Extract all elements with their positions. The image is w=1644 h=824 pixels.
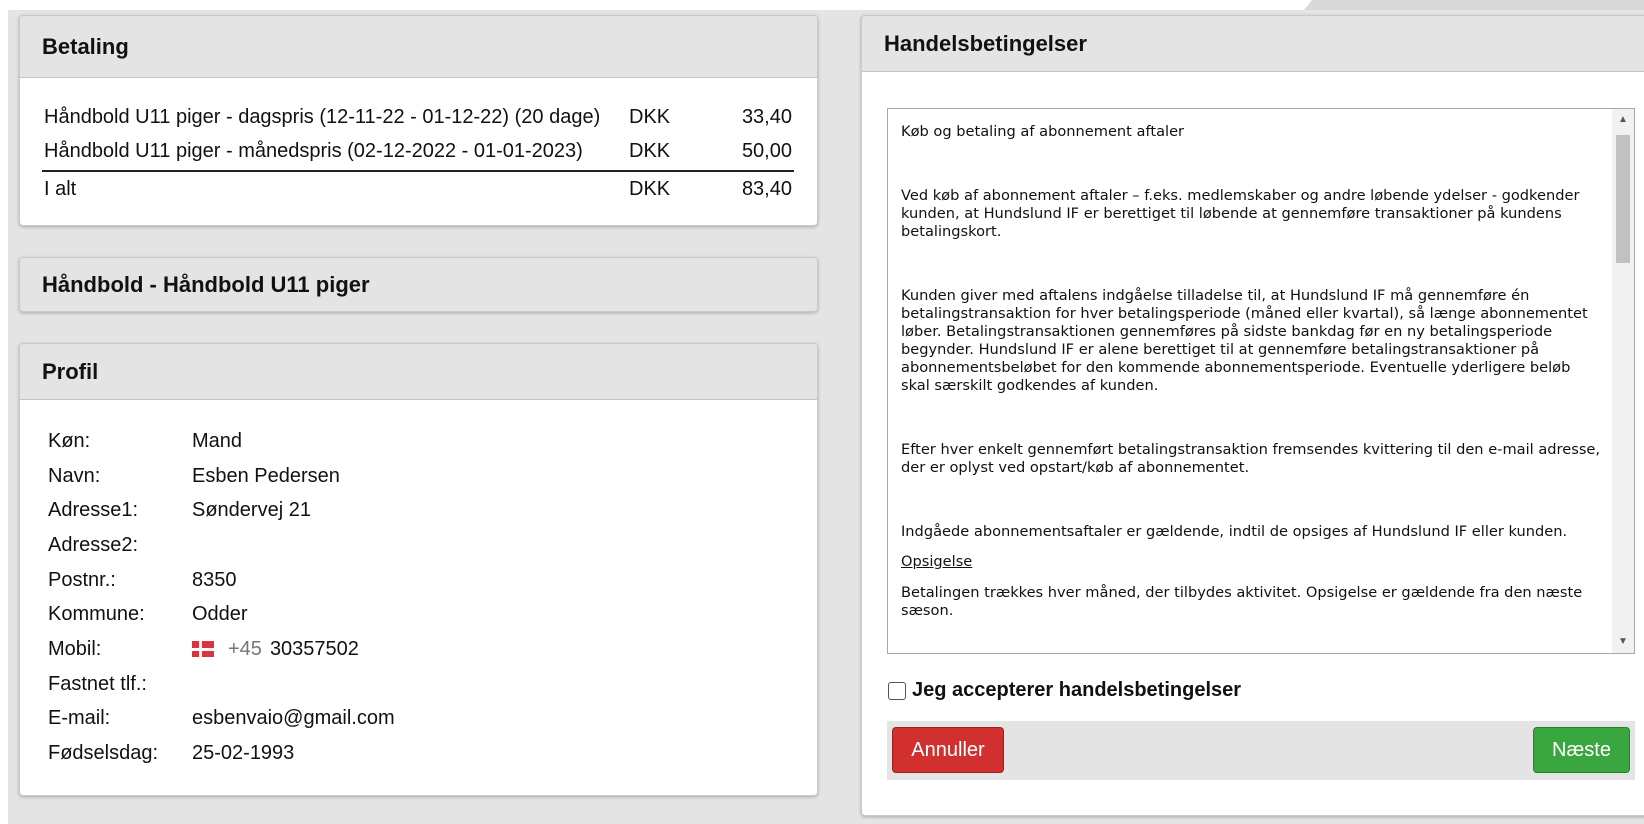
profile-row-gender: Køn: Mand <box>48 424 395 459</box>
button-bar: Annuller Næste <box>887 721 1635 780</box>
profile-label: E-mail: <box>48 707 111 730</box>
activity-panel[interactable]: Håndbold - Håndbold U11 piger <box>19 257 818 312</box>
profile-row-birthday: Fødselsdag: 25-02-1993 <box>48 736 395 771</box>
accept-terms-label[interactable]: Jeg accepterer handelsbetingelser <box>912 679 1241 702</box>
profile-mobile-value: +45 30357502 <box>192 638 359 661</box>
payment-table: Håndbold U11 piger - dagspris (12-11-22 … <box>42 100 794 206</box>
payment-amount: 50,00 <box>741 139 792 162</box>
top-right-tab <box>1304 0 1644 10</box>
profile-value: Esben Pedersen <box>192 464 340 487</box>
profile-row-landline: Fastnet tlf.: <box>48 667 395 702</box>
payment-currency: DKK <box>629 139 671 162</box>
payment-row: Håndbold U11 piger - månedspris (02-12-2… <box>42 134 794 168</box>
profile-value: 25-02-1993 <box>192 742 295 765</box>
profile-row-address1: Adresse1: Søndervej 21 <box>48 493 395 528</box>
payment-amount: 33,40 <box>741 105 792 128</box>
payment-total-currency: DKK <box>629 177 671 200</box>
profile-label: Adresse1: <box>48 499 139 522</box>
payment-currency: DKK <box>629 105 671 128</box>
terms-paragraph: Køb og betaling af abonnement aftaler <box>901 123 1185 140</box>
profile-row-postcode: Postnr.: 8350 <box>48 563 395 598</box>
profile-label: Mobil: <box>48 637 102 660</box>
accept-terms-checkbox[interactable] <box>888 681 906 700</box>
profile-value: Odder <box>192 603 248 626</box>
payment-total-label: I alt <box>44 177 77 200</box>
scrollbar-thumb[interactable] <box>1616 135 1630 263</box>
terms-paragraph: Efter hver enkelt gennemført betalingstr… <box>901 441 1601 476</box>
terms-panel-title: Handelsbetingelser <box>862 16 1644 72</box>
profile-value: 8350 <box>192 568 237 591</box>
profile-row-address2: Adresse2: <box>48 528 395 563</box>
payment-panel: Betaling Håndbold U11 piger - dagspris (… <box>19 15 818 226</box>
terms-scrollbar[interactable]: ▲ ▼ <box>1612 109 1634 653</box>
profile-label: Postnr.: <box>48 568 116 591</box>
next-button[interactable]: Næste <box>1533 727 1630 773</box>
terms-paragraph: Indgåede abonnementsaftaler er gældende,… <box>901 523 1568 540</box>
profile-label: Navn: <box>48 464 101 487</box>
profile-row-mobile: Mobil: +45 30357502 <box>48 632 395 667</box>
profile-label: Adresse2: <box>48 533 139 556</box>
scroll-down-arrow-icon[interactable]: ▼ <box>1612 631 1634 653</box>
scroll-up-arrow-icon[interactable]: ▲ <box>1612 109 1634 131</box>
cancel-button[interactable]: Annuller <box>892 727 1004 773</box>
terms-paragraph: Kunden giver med aftalens indgåelse till… <box>901 287 1588 394</box>
profile-row-municipality: Kommune: Odder <box>48 597 395 632</box>
terms-text: Køb og betaling af abonnement aftaler Ve… <box>901 123 1601 620</box>
terms-heading-opsigelse: Opsigelse <box>901 553 973 570</box>
profile-label: Kommune: <box>48 603 145 626</box>
profile-value: Mand <box>192 429 243 452</box>
profile-panel: Profil Køn: Mand Navn: Esben Pedersen Ad… <box>19 343 818 796</box>
profile-label: Køn: <box>48 429 91 452</box>
terms-panel: Handelsbetingelser Køb og betaling af ab… <box>861 15 1644 816</box>
profile-panel-title: Profil <box>20 344 817 400</box>
profile-value: esbenvaio@gmail.com <box>192 707 395 730</box>
payment-panel-title: Betaling <box>20 16 817 78</box>
phone-number: 30357502 <box>269 637 359 660</box>
profile-fields: Køn: Mand Navn: Esben Pedersen Adresse1:… <box>48 424 395 771</box>
payment-description: Håndbold U11 piger - dagspris (12-11-22 … <box>44 105 601 128</box>
payment-description: Håndbold U11 piger - månedspris (02-12-2… <box>44 139 583 162</box>
terms-textbox[interactable]: Køb og betaling af abonnement aftaler Ve… <box>887 108 1635 654</box>
payment-total-row: I alt DKK 83,40 <box>42 170 794 206</box>
profile-label: Fastnet tlf.: <box>48 672 147 695</box>
payment-total-amount: 83,40 <box>741 177 792 200</box>
profile-label: Fødselsdag: <box>48 742 159 765</box>
profile-row-name: Navn: Esben Pedersen <box>48 459 395 494</box>
terms-paragraph: Ved køb af abonnement aftaler – f.eks. m… <box>901 187 1580 240</box>
activity-panel-title[interactable]: Håndbold - Håndbold U11 piger <box>20 258 817 311</box>
payment-row: Håndbold U11 piger - dagspris (12-11-22 … <box>42 100 794 134</box>
phone-country-prefix: +45 <box>228 637 262 660</box>
profile-value: Søndervej 21 <box>192 499 311 522</box>
terms-paragraph: Betalingen trækkes hver måned, der tilby… <box>901 584 1583 619</box>
accept-terms-row[interactable]: Jeg accepterer handelsbetingelser <box>888 679 1241 702</box>
denmark-flag-icon <box>192 641 214 658</box>
profile-row-email: E-mail: esbenvaio@gmail.com <box>48 702 395 737</box>
